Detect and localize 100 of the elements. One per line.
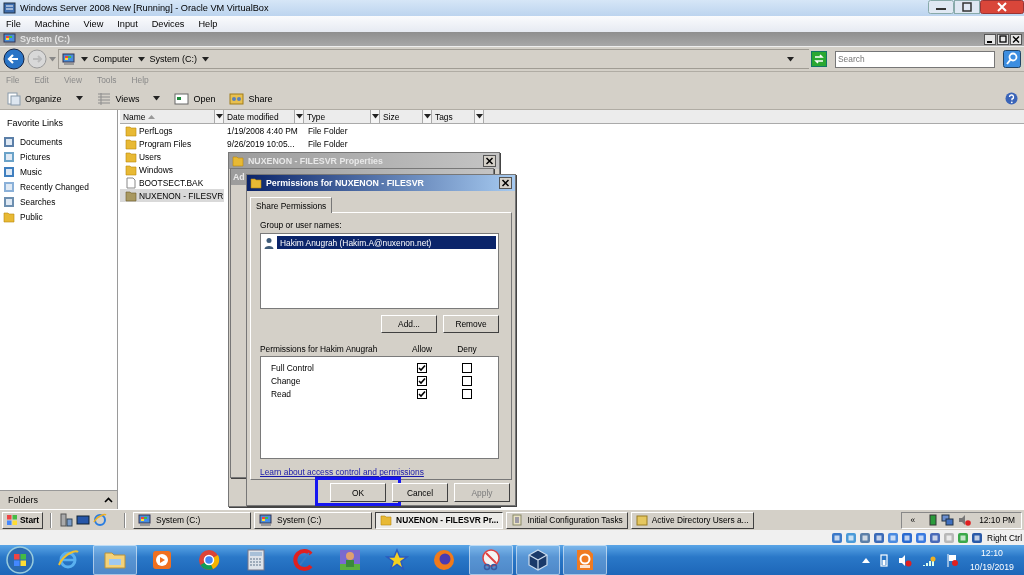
help-link[interactable]: Learn about access control and permissions bbox=[260, 467, 424, 477]
search-button[interactable] bbox=[1003, 50, 1021, 68]
device-icon[interactable] bbox=[971, 531, 984, 544]
column-header[interactable]: Size bbox=[380, 110, 432, 123]
desktop-icon[interactable] bbox=[76, 513, 91, 527]
menu-item[interactable]: View bbox=[83, 19, 104, 29]
window-title: NUXENON - FILESVR Properties bbox=[248, 156, 383, 166]
explorer-item[interactable]: BOOTSECT.BAK bbox=[120, 176, 224, 189]
close-button[interactable] bbox=[1010, 33, 1022, 45]
column-header[interactable]: Tags bbox=[432, 110, 484, 123]
close-button[interactable] bbox=[980, 0, 1024, 14]
menu-item[interactable]: Devices bbox=[151, 19, 185, 29]
toolbar-button[interactable]: Views bbox=[96, 91, 161, 106]
menu-item[interactable]: File bbox=[6, 19, 21, 29]
checkbox[interactable] bbox=[417, 375, 427, 386]
show-hidden-icons-icon[interactable] bbox=[861, 557, 870, 563]
back-button[interactable] bbox=[3, 48, 25, 70]
user-item[interactable]: Hakim Anugrah (Hakim.A@nuxenon.net) bbox=[277, 236, 496, 249]
caret-icon bbox=[371, 114, 379, 119]
explorer-item[interactable]: Windows bbox=[120, 163, 224, 176]
column-header[interactable]: Name bbox=[120, 110, 224, 123]
pane-label: Folders bbox=[8, 495, 38, 505]
start-button[interactable]: Start bbox=[2, 511, 44, 529]
column-header[interactable]: Type bbox=[304, 110, 380, 123]
taskbar-button[interactable]: System (C:) bbox=[254, 511, 373, 529]
dialog-button[interactable]: OK bbox=[330, 483, 386, 502]
close-button[interactable] bbox=[483, 155, 496, 167]
library-icon bbox=[3, 150, 15, 163]
remove-button[interactable]: Remove bbox=[443, 315, 499, 333]
folder-icon bbox=[125, 150, 137, 163]
device-icon[interactable] bbox=[873, 531, 886, 544]
dropdown-button[interactable] bbox=[214, 110, 223, 123]
column-header[interactable]: Date modified bbox=[224, 110, 304, 123]
taskbar-button[interactable] bbox=[516, 545, 560, 575]
close-button[interactable] bbox=[499, 177, 512, 189]
battery-icon[interactable] bbox=[929, 514, 938, 526]
maximize-button[interactable] bbox=[954, 0, 980, 14]
sidebar-item[interactable]: Documents bbox=[0, 134, 117, 149]
device-icon[interactable] bbox=[845, 531, 858, 544]
taskbar-button[interactable]: Active Directory Users a... bbox=[630, 511, 754, 529]
checkbox[interactable] bbox=[462, 375, 472, 386]
sidebar-item[interactable]: Music bbox=[0, 164, 117, 179]
caret-icon bbox=[215, 114, 223, 119]
refresh-button[interactable] bbox=[811, 51, 827, 67]
address-bar[interactable]: Computer System (C:) bbox=[58, 49, 809, 69]
device-icon[interactable] bbox=[915, 531, 928, 544]
breadcrumb-item[interactable]: System (C:) bbox=[149, 54, 198, 64]
dropdown-button[interactable] bbox=[474, 110, 483, 123]
menu-item[interactable]: Machine bbox=[34, 19, 70, 29]
checkbox[interactable] bbox=[462, 388, 472, 399]
taskbar-button[interactable] bbox=[563, 545, 607, 575]
add-button[interactable]: Add... bbox=[381, 315, 437, 333]
sidebar-item[interactable]: Recently Changed bbox=[0, 179, 117, 194]
tray-toggle[interactable]: « bbox=[910, 515, 916, 525]
muted-speaker-icon[interactable] bbox=[958, 514, 972, 526]
menu-item[interactable]: Input bbox=[117, 19, 138, 29]
explorer-item[interactable]: PerfLogs bbox=[120, 124, 224, 137]
menu-item[interactable]: Help bbox=[198, 19, 218, 29]
taskbar-button[interactable]: Initial Configuration Tasks bbox=[506, 511, 628, 529]
restore-button[interactable] bbox=[997, 33, 1009, 45]
clock[interactable]: 12:10 10/19/2019 bbox=[969, 546, 1014, 574]
server-manager-icon[interactable] bbox=[59, 513, 74, 527]
search-field[interactable]: Search bbox=[835, 50, 995, 68]
explorer-item[interactable]: Program Files bbox=[120, 137, 224, 150]
dialog-button[interactable]: Cancel bbox=[392, 483, 448, 502]
device-icon[interactable] bbox=[901, 531, 914, 544]
sidebar-item[interactable]: Public bbox=[0, 209, 117, 224]
toolbar-button[interactable]: Organize bbox=[6, 91, 83, 106]
sidebar-item[interactable]: Searches bbox=[0, 194, 117, 209]
toolbar-button[interactable]: Open bbox=[174, 91, 216, 106]
network-icon[interactable] bbox=[941, 514, 955, 526]
breadcrumb-item[interactable]: Computer bbox=[93, 54, 133, 64]
tab[interactable]: Share Permissions bbox=[250, 197, 333, 213]
device-icon[interactable] bbox=[929, 531, 942, 544]
computer-icon bbox=[62, 52, 76, 66]
minimize-button[interactable] bbox=[928, 0, 954, 14]
clock[interactable]: 12:10 PM bbox=[979, 515, 1015, 525]
signal-icon[interactable] bbox=[921, 554, 936, 566]
dropdown-button[interactable] bbox=[370, 110, 379, 123]
explorer-item[interactable]: NUXENON - FILESVR bbox=[120, 189, 224, 202]
sidebar-item[interactable]: Pictures bbox=[0, 149, 117, 164]
device-icon[interactable] bbox=[831, 531, 844, 544]
device-icon[interactable] bbox=[887, 531, 900, 544]
taskbar-button[interactable]: System (C:) bbox=[133, 511, 252, 529]
checkbox[interactable] bbox=[462, 362, 472, 373]
explorer-item[interactable]: Users bbox=[120, 150, 224, 163]
dropdown-button[interactable] bbox=[294, 110, 303, 123]
help-icon[interactable] bbox=[1005, 92, 1018, 105]
minimize-button[interactable] bbox=[984, 33, 996, 45]
folders-bar[interactable]: Folders bbox=[0, 490, 117, 509]
taskbar-button[interactable]: NUXENON - FILESVR Pr... bbox=[375, 511, 504, 529]
toolbar-button[interactable]: Share bbox=[229, 91, 273, 106]
checkbox[interactable] bbox=[417, 362, 427, 373]
checkbox[interactable] bbox=[417, 388, 427, 399]
device-icon[interactable] bbox=[859, 531, 872, 544]
muted-speaker-icon[interactable] bbox=[897, 553, 912, 567]
dropdown-button[interactable] bbox=[422, 110, 431, 123]
taskbar-button[interactable] bbox=[469, 545, 513, 575]
device-icon[interactable] bbox=[957, 531, 970, 544]
flag-icon[interactable] bbox=[945, 553, 958, 567]
